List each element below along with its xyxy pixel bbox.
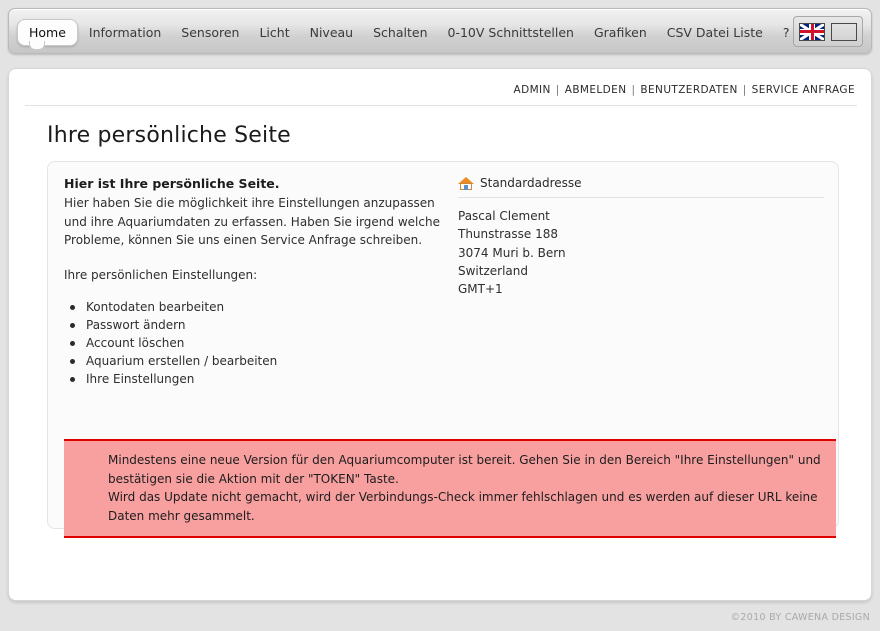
account-link-separator: | — [555, 84, 560, 96]
top-navigation-bar: Home Information Sensoren Licht Niveau Schalt… — [8, 8, 872, 54]
nav-tab-licht[interactable]: Licht — [250, 21, 298, 44]
account-links-bar: ADMIN | ABMELDEN | BENUTZERDATEN | SERVICE ANF… — [514, 84, 855, 96]
nav-tab-sensoren[interactable]: Sensoren — [172, 21, 248, 44]
address-heading: Standardadresse — [480, 176, 582, 190]
settings-link-item[interactable]: Ihre Einstellungen — [64, 370, 449, 388]
page-title: Ihre persönliche Seite — [47, 123, 291, 148]
account-link-separator: | — [742, 84, 747, 96]
alert-line-1: Mindestens eine neue Version für den Aqu… — [108, 453, 821, 486]
nav-tab-csv-datei-liste[interactable]: CSV Datei Liste — [658, 21, 772, 44]
settings-link-item[interactable]: Aquarium erstellen / bearbeiten — [64, 352, 449, 370]
account-link-admin[interactable]: ADMIN — [514, 84, 551, 96]
address-line: GMT+1 — [458, 282, 503, 297]
nav-tab-schalten[interactable]: Schalten — [364, 21, 436, 44]
header-divider — [25, 105, 857, 106]
address-line: Thunstrasse 188 — [458, 227, 558, 242]
address-column: Standardadresse Pascal Clement Thunstrass… — [458, 175, 824, 298]
alert-line-2: Wird das Update nicht gemacht, wird der … — [108, 490, 818, 523]
nav-tab-information[interactable]: Information — [80, 21, 170, 44]
main-content-card: ADMIN | ABMELDEN | BENUTZERDATEN | SERVICE ANF… — [8, 68, 872, 601]
address-line: 3074 Muri b. Bern — [458, 245, 566, 260]
settings-link-item[interactable]: Account löschen — [64, 334, 449, 352]
update-alert-box: Mindestens eine neue Version für den Aqu… — [64, 439, 836, 538]
account-link-abmelden[interactable]: ABMELDEN — [565, 84, 627, 96]
nav-tab-list: Home Information Sensoren Licht Niveau Schalt… — [17, 15, 800, 50]
account-link-service-anfrage[interactable]: SERVICE ANFRAGE — [752, 84, 855, 96]
footer-copyright: ©2010 BY CAWENA DESIGN — [730, 612, 870, 623]
account-link-separator: | — [631, 84, 636, 96]
address-heading-row: Standardadresse — [458, 175, 824, 191]
account-link-benutzerdaten[interactable]: BENUTZERDATEN — [640, 84, 737, 96]
language-switcher — [793, 16, 863, 47]
content-panel: Hier ist Ihre persönliche Seite. Hier ha… — [47, 161, 839, 538]
intro-subheading: Ihre persönlichen Einstellungen: — [64, 267, 258, 282]
nav-tab-home[interactable]: Home — [17, 18, 78, 50]
intro-column: Hier ist Ihre persönliche Seite. Hier ha… — [64, 175, 449, 389]
english-flag-icon[interactable] — [799, 22, 825, 41]
nav-tab-niveau[interactable]: Niveau — [301, 21, 363, 44]
settings-link-item[interactable]: Kontodaten bearbeiten — [64, 298, 449, 316]
address-line: Switzerland — [458, 263, 528, 278]
address-lines: Pascal Clement Thunstrasse 188 3074 Muri b… — [458, 207, 824, 298]
settings-link-item[interactable]: Passwort ändern — [64, 316, 449, 334]
nav-tab-0-10v-schnittstellen[interactable]: 0-10V Schnittstellen — [439, 21, 583, 44]
address-divider — [458, 197, 824, 198]
settings-link-list: Kontodaten bearbeiten Passwort ändern Acco… — [64, 298, 449, 389]
nav-tab-grafiken[interactable]: Grafiken — [585, 21, 656, 44]
intro-body: Hier haben Sie die möglichkeit ihre Eins… — [64, 196, 440, 247]
intro-heading: Hier ist Ihre persönliche Seite. — [64, 176, 280, 191]
house-icon — [458, 176, 474, 191]
german-flag-icon[interactable] — [831, 22, 857, 41]
address-line: Pascal Clement — [458, 209, 550, 223]
